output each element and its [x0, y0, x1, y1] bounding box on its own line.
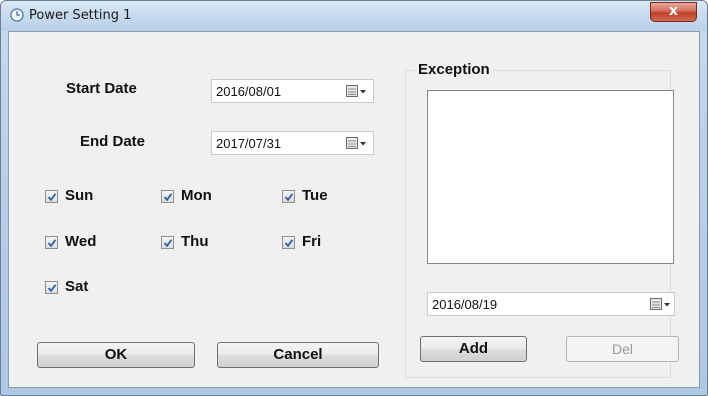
calendar-dropdown-icon[interactable] — [346, 85, 368, 98]
checkbox-thu-label: Thu — [181, 233, 209, 250]
checkbox-wed[interactable] — [45, 236, 58, 249]
exception-listbox[interactable] — [427, 90, 674, 264]
checkbox-tue[interactable] — [282, 190, 295, 203]
checkbox-mon-label: Mon — [181, 187, 212, 204]
ok-button[interactable]: OK — [37, 342, 195, 368]
checkbox-sat-label: Sat — [65, 278, 89, 295]
checkbox-fri-label: Fri — [302, 233, 322, 250]
dialog-window: Power Setting 1 x Start Date 2016/08/01 … — [0, 0, 708, 396]
del-button[interactable]: Del — [566, 336, 679, 362]
start-date-label: Start Date — [66, 80, 137, 97]
checkbox-sun-label: Sun — [65, 187, 94, 204]
checkbox-sat[interactable] — [45, 281, 58, 294]
exception-date-picker[interactable]: 2016/08/19 — [427, 292, 675, 316]
checkbox-thu[interactable] — [161, 236, 174, 249]
end-date-label: End Date — [80, 133, 146, 150]
window-title: Power Setting 1 — [29, 8, 132, 23]
close-icon: x — [668, 3, 679, 19]
calendar-dropdown-icon[interactable] — [346, 137, 368, 150]
checkbox-sun[interactable] — [45, 190, 58, 203]
calendar-dropdown-icon[interactable] — [650, 298, 672, 311]
dialog-client-area: Start Date 2016/08/01 End Date 2017/07/3… — [8, 31, 700, 388]
exception-title: Exception — [415, 61, 493, 78]
close-button[interactable]: x — [650, 2, 697, 22]
checkbox-mon[interactable] — [161, 190, 174, 203]
add-button[interactable]: Add — [420, 336, 527, 362]
start-date-value: 2016/08/01 — [216, 84, 282, 99]
checkbox-tue-label: Tue — [302, 187, 328, 204]
title-bar[interactable]: Power Setting 1 x — [1, 1, 707, 31]
end-date-value: 2017/07/31 — [216, 136, 282, 151]
start-date-picker[interactable]: 2016/08/01 — [211, 79, 374, 103]
checkbox-wed-label: Wed — [65, 233, 97, 250]
exception-date-value: 2016/08/19 — [432, 297, 498, 312]
clock-icon — [10, 8, 24, 22]
cancel-button[interactable]: Cancel — [217, 342, 379, 368]
checkbox-fri[interactable] — [282, 236, 295, 249]
end-date-picker[interactable]: 2017/07/31 — [211, 131, 374, 155]
